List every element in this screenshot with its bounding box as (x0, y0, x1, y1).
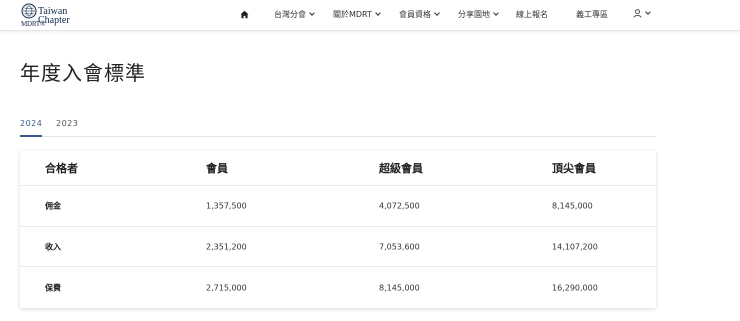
chevron-down-icon (645, 9, 651, 15)
chevron-down-icon (375, 10, 381, 16)
nav-label: 分享園地 (458, 10, 490, 19)
tab-2024[interactable]: 2024 (20, 119, 42, 128)
nav-label: 台灣分會 (274, 10, 306, 19)
nav-item-online-registration[interactable]: 線上報名 (516, 9, 548, 20)
column-header: 合格者 (45, 162, 78, 175)
table-row: 收入 2,351,200 7,053,600 14,107,200 (20, 227, 656, 267)
chevron-down-icon (434, 10, 440, 16)
table-cell: 1,357,500 (206, 201, 247, 211)
nav-item-membership[interactable]: 會員資格 (399, 9, 440, 20)
mdrt-logo[interactable]: Taiwan Chapter MDRT® (21, 3, 91, 29)
table-row: 佣金 1,357,500 4,072,500 8,145,000 (20, 186, 656, 227)
nav-item-about-mdrt[interactable]: 關於MDRT (333, 9, 381, 20)
nav-label: 線上報名 (516, 10, 548, 19)
chevron-down-icon (309, 10, 315, 16)
nav-label: 關於MDRT (333, 10, 372, 19)
table-cell: 8,145,000 (552, 201, 593, 211)
table-cell: 2,715,000 (206, 283, 247, 292)
page-title: 年度入會標準 (20, 61, 146, 85)
nav-item-taiwan-chapter[interactable]: 台灣分會 (274, 9, 315, 20)
table-cell: 8,145,000 (379, 283, 420, 292)
membership-criteria-table: 合格者 會員 超級會員 頂尖會員 佣金 1,357,500 4,072,500 … (20, 151, 656, 308)
table-row: 保費 2,715,000 8,145,000 16,290,000 (20, 267, 656, 308)
row-label: 保費 (45, 283, 61, 292)
table-cell: 14,107,200 (552, 242, 598, 251)
globe-logo-icon (21, 3, 37, 19)
nav-item-sharing[interactable]: 分享園地 (458, 9, 499, 20)
tab-2023[interactable]: 2023 (56, 119, 78, 128)
table-header-row: 合格者 會員 超級會員 頂尖會員 (20, 151, 656, 186)
user-icon (633, 9, 642, 18)
row-label: 佣金 (45, 201, 61, 211)
table-cell: 2,351,200 (206, 242, 247, 251)
home-icon[interactable] (240, 10, 249, 19)
user-menu[interactable] (633, 9, 651, 18)
column-header: 頂尖會員 (552, 162, 596, 175)
site-header: Taiwan Chapter MDRT® 台灣分會 關於MDRT 會員資格 分享… (0, 0, 740, 31)
nav-label: 會員資格 (399, 10, 431, 19)
nav-item-volunteer[interactable]: 義工專區 (576, 9, 608, 20)
nav-label: 義工專區 (576, 10, 608, 19)
column-header: 會員 (206, 162, 228, 175)
table-cell: 4,072,500 (379, 201, 420, 211)
table-cell: 7,053,600 (379, 242, 420, 251)
active-tab-indicator (20, 135, 42, 137)
chevron-down-icon (493, 10, 499, 16)
column-header: 超級會員 (379, 162, 423, 175)
table-cell: 16,290,000 (552, 283, 598, 292)
row-label: 收入 (45, 242, 61, 251)
logo-brand: MDRT® (21, 20, 46, 28)
year-tabs: 2024 2023 (20, 114, 656, 137)
